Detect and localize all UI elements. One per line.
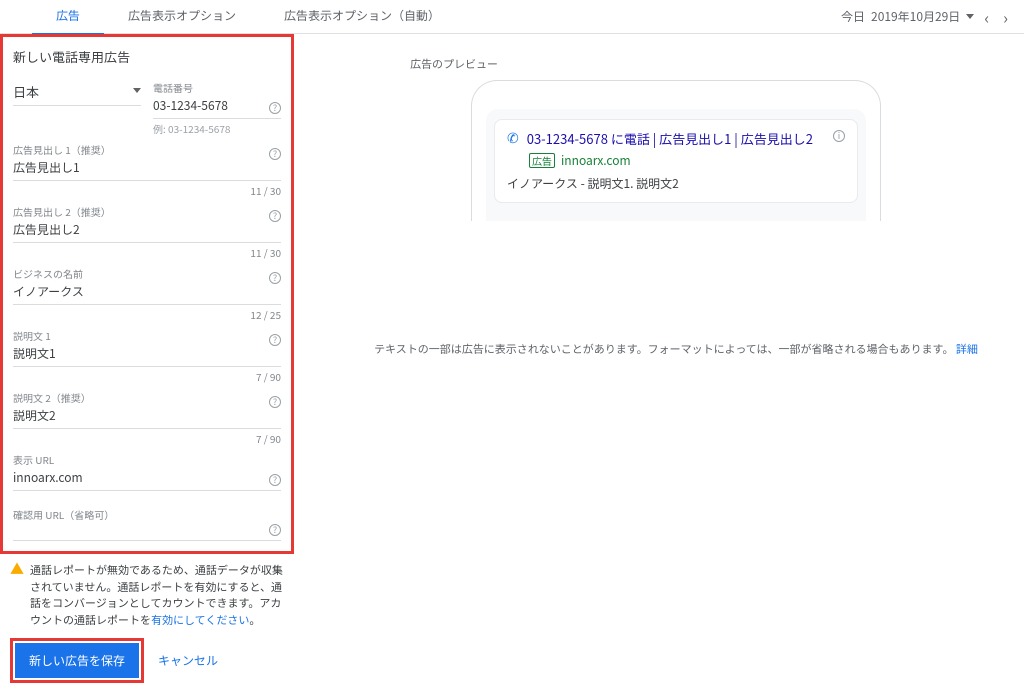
field-value bbox=[13, 522, 281, 536]
help-icon[interactable]: ? bbox=[269, 210, 281, 222]
ad-headline: 03-1234-5678 に電話 | 広告見出し1 | 広告見出し2 bbox=[527, 130, 813, 148]
ad-display-url: innoarx.com bbox=[561, 152, 631, 169]
cancel-button[interactable]: キャンセル bbox=[158, 652, 218, 669]
field-label: ビジネスの名前 bbox=[13, 266, 281, 281]
call-report-warning: ▲ 通話レポートが無効であるため、通話データが収集されていません。通話レポートを… bbox=[0, 554, 294, 632]
headline1-field[interactable]: 広告見出し 1（推奨） 広告見出し1 ? bbox=[13, 136, 281, 181]
phone-hint: 例: 03-1234-5678 bbox=[153, 119, 281, 136]
field-value: 広告見出し2 bbox=[13, 219, 281, 238]
help-icon[interactable]: ? bbox=[269, 524, 281, 536]
field-label: 広告見出し 2（推奨） bbox=[13, 204, 281, 219]
date-range-picker[interactable]: 今日 2019年10月29日 ‹ › bbox=[841, 5, 1024, 29]
country-field[interactable]: 日本 bbox=[13, 74, 141, 106]
phone-label: 電話番号 bbox=[153, 80, 281, 95]
preview-footnote: テキストの一部は広告に表示されないことがあります。フォーマットによっては、一部が… bbox=[340, 341, 1012, 357]
business-field[interactable]: ビジネスの名前 イノアークス ? bbox=[13, 260, 281, 305]
help-icon[interactable]: ? bbox=[269, 334, 281, 346]
enable-call-report-link[interactable]: 有効にしてください bbox=[151, 612, 249, 628]
phone-preview: ✆ 03-1234-5678 に電話 | 広告見出し1 | 広告見出し2 i 広… bbox=[471, 80, 881, 221]
field-value: イノアークス bbox=[13, 281, 281, 300]
call-ad-form: 新しい電話専用広告 日本 電話番号 03-1234-5678 ? bbox=[0, 34, 294, 554]
field-value: 説明文1 bbox=[13, 343, 281, 362]
field-label: 表示 URL bbox=[13, 452, 281, 467]
chevron-down-icon bbox=[133, 88, 141, 93]
field-value: 広告見出し1 bbox=[13, 157, 281, 176]
char-count: 12 / 25 bbox=[13, 305, 281, 322]
desc1-field[interactable]: 説明文 1 説明文1 ? bbox=[13, 322, 281, 367]
ad-preview-card: ✆ 03-1234-5678 に電話 | 広告見出し1 | 広告見出し2 i 広… bbox=[494, 119, 858, 203]
date-prev-button[interactable]: ‹ bbox=[980, 5, 993, 29]
details-link[interactable]: 詳細 bbox=[956, 341, 978, 357]
desc2-field[interactable]: 説明文 2（推奨） 説明文2 ? bbox=[13, 384, 281, 429]
help-icon[interactable]: ? bbox=[269, 148, 281, 160]
phone-value: 03-1234-5678 bbox=[153, 95, 281, 114]
date-next-button[interactable]: › bbox=[999, 5, 1012, 29]
date-range-label: 今日 bbox=[841, 8, 865, 25]
tab-ad[interactable]: 広告 bbox=[32, 0, 104, 35]
field-label: 確認用 URL（省略可） bbox=[13, 507, 281, 522]
chevron-down-icon bbox=[966, 14, 974, 19]
field-value: innoarx.com bbox=[13, 467, 281, 486]
verify-url-field[interactable]: 確認用 URL（省略可） ? bbox=[13, 491, 281, 541]
headline2-field[interactable]: 広告見出し 2（推奨） 広告見出し2 ? bbox=[13, 198, 281, 243]
field-value: 説明文2 bbox=[13, 405, 281, 424]
field-label: 説明文 1 bbox=[13, 328, 281, 343]
help-icon[interactable]: ? bbox=[269, 396, 281, 408]
char-count: 7 / 90 bbox=[13, 367, 281, 384]
form-title: 新しい電話専用広告 bbox=[13, 43, 281, 74]
display-url-field[interactable]: 表示 URL innoarx.com ? bbox=[13, 446, 281, 491]
tab-extensions-auto[interactable]: 広告表示オプション（自動） bbox=[260, 0, 464, 35]
help-icon[interactable]: ? bbox=[269, 474, 281, 486]
country-value: 日本 bbox=[13, 80, 39, 101]
phone-field[interactable]: 電話番号 03-1234-5678 ? bbox=[153, 74, 281, 119]
date-range-value: 2019年10月29日 bbox=[871, 8, 960, 25]
help-icon[interactable]: ? bbox=[269, 102, 281, 114]
char-count: 7 / 90 bbox=[13, 429, 281, 446]
tab-extensions[interactable]: 広告表示オプション bbox=[104, 0, 260, 35]
phone-icon: ✆ bbox=[507, 130, 519, 146]
save-button[interactable]: 新しい広告を保存 bbox=[15, 643, 139, 678]
warning-text-end: 。 bbox=[249, 612, 260, 628]
char-count: 11 / 30 bbox=[13, 181, 281, 198]
ad-description: イノアークス - 説明文1. 説明文2 bbox=[507, 169, 845, 192]
field-label: 説明文 2（推奨） bbox=[13, 390, 281, 405]
char-count: 11 / 30 bbox=[13, 243, 281, 260]
ad-badge: 広告 bbox=[529, 153, 555, 168]
field-label: 広告見出し 1（推奨） bbox=[13, 142, 281, 157]
help-icon[interactable]: ? bbox=[269, 272, 281, 284]
info-icon[interactable]: i bbox=[833, 130, 845, 142]
preview-label: 広告のプレビュー bbox=[340, 40, 1012, 80]
warning-icon: ▲ bbox=[10, 562, 24, 628]
